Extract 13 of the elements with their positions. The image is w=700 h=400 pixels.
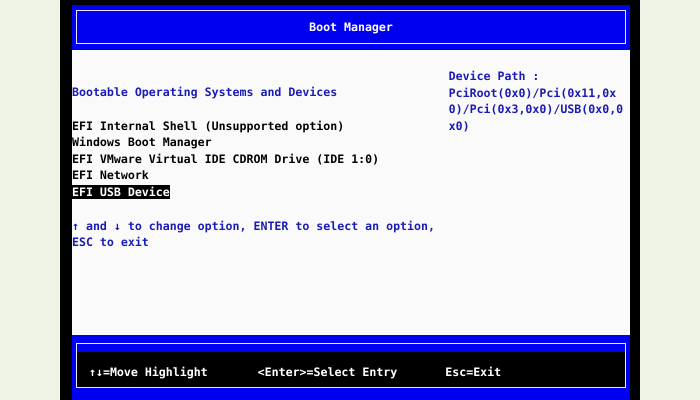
boot-option[interactable]: EFI Network [72,168,149,182]
boot-option[interactable]: EFI VMware Virtual IDE CDROM Drive (IDE 1:0) [72,152,380,166]
help-text: ↑ and ↓ to change option, ENTER to select an option, ESC to exit [72,218,436,251]
key-hint: ↑↓=Move Highlight [89,364,208,381]
boot-option[interactable]: Windows Boot Manager [72,135,212,150]
device-path-label: Device Path : [448,68,540,85]
boot-option[interactable]: EFI Internal Shell (Unsupported option) [72,118,344,133]
boot-option[interactable]: EFI USB Device [72,184,170,199]
device-path-value: PciRoot(0x0)/Pci(0x11,0x0)/Pci(0x3,0x0)/USB(0x0,0x0) [448,84,624,134]
window-title: Boot Manager [309,18,393,36]
key-hint: <Enter>=Select Entry [258,364,398,381]
section-heading: Bootable Operating Systems and Devices [72,84,338,101]
key-hint: Esc=Exit [445,364,502,381]
